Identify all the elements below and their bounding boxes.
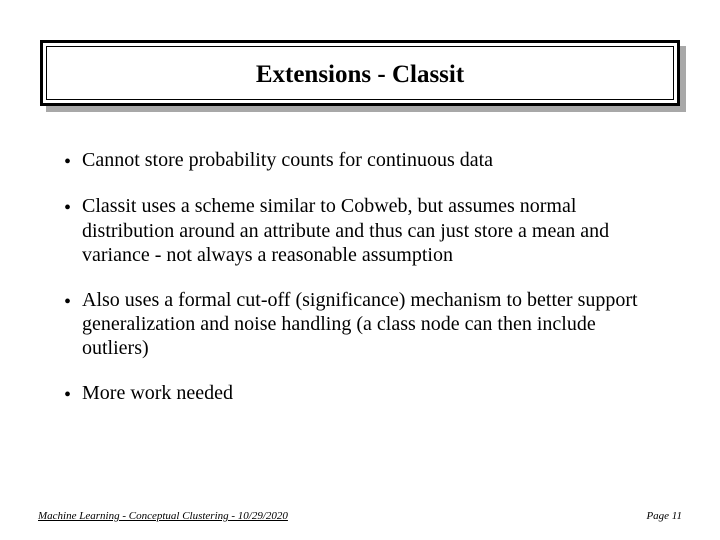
bullet-dot-icon: • (64, 148, 82, 174)
bullet-text: More work needed (82, 381, 656, 405)
list-item: • Classit uses a scheme similar to Cobwe… (64, 194, 656, 267)
footer-left: Machine Learning - Conceptual Clustering… (38, 510, 288, 522)
bullet-text: Also uses a formal cut-off (significance… (82, 288, 656, 361)
bullet-dot-icon: • (64, 194, 82, 220)
footer-right: Page 11 (646, 510, 682, 522)
slide-title: Extensions - Classit (53, 61, 667, 89)
bullet-dot-icon: • (64, 381, 82, 407)
bullet-text: Classit uses a scheme similar to Cobweb,… (82, 194, 656, 267)
bullet-text: Cannot store probability counts for cont… (82, 148, 656, 172)
list-item: • More work needed (64, 381, 656, 407)
list-item: • Also uses a formal cut-off (significan… (64, 288, 656, 361)
title-box: Extensions - Classit (40, 40, 680, 106)
slide: Extensions - Classit • Cannot store prob… (0, 0, 720, 540)
list-item: • Cannot store probability counts for co… (64, 148, 656, 174)
footer: Machine Learning - Conceptual Clustering… (38, 510, 682, 522)
bullet-list: • Cannot store probability counts for co… (38, 148, 682, 407)
bullet-dot-icon: • (64, 288, 82, 314)
title-container: Extensions - Classit (40, 40, 680, 106)
